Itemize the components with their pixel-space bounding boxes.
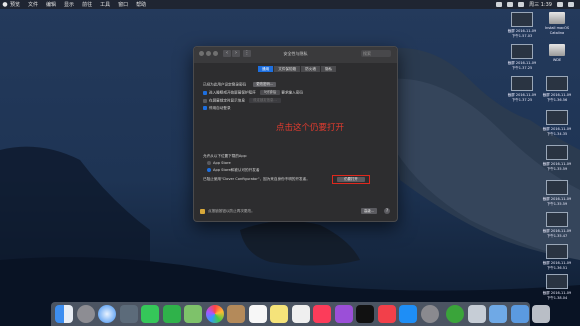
annotation-text: 点击这个仍要打开 xyxy=(276,123,345,133)
screenshot-thumbnail-icon xyxy=(511,76,533,91)
lock-icon[interactable] xyxy=(200,209,205,214)
disable-auto-login-checkbox[interactable] xyxy=(203,106,207,110)
disable-auto-login-row: 停用自动登录 xyxy=(203,106,231,111)
menu-item-file[interactable]: 文件 xyxy=(28,1,38,8)
identified-developers-label: App Store和被认可的开发者 xyxy=(213,168,260,172)
lock-label: 点按锁按钮以防止再次更改。 xyxy=(208,209,255,213)
disable-auto-login-label: 停用自动登录 xyxy=(209,106,231,110)
finder-icon[interactable] xyxy=(55,305,73,323)
wifi-icon[interactable] xyxy=(496,2,503,7)
tab-bar: 通用 文件保险箱 防火墙 隐私 xyxy=(258,66,338,72)
open-anyway-button[interactable]: 仍要打开 xyxy=(337,177,365,182)
battery-icon[interactable] xyxy=(507,2,514,7)
security-privacy-window: ‹ › ⋮ 安全性与隐私 搜索 xyxy=(193,46,398,222)
menu-item-view[interactable]: 显示 xyxy=(64,1,74,8)
folder-icon[interactable] xyxy=(489,305,507,323)
drive-icon xyxy=(549,44,565,56)
tab-privacy[interactable]: 隐私 xyxy=(320,66,338,72)
news-icon[interactable] xyxy=(377,305,396,323)
menu-item-app[interactable]: 预览 xyxy=(10,1,20,8)
tab-general[interactable]: 通用 xyxy=(258,66,275,72)
screenshot-thumbnail-icon xyxy=(511,12,533,27)
blocked-app-message: 已阻止使用"Clover Configurator"，因为来自身份不明的开发者。 xyxy=(203,177,310,181)
screenshot-thumbnail-icon xyxy=(546,180,568,195)
menubar-clock[interactable]: 周三 1:39 xyxy=(529,1,552,8)
contacts-icon[interactable] xyxy=(227,305,245,323)
drive-icon xyxy=(549,12,565,24)
lock-row: 点按锁按钮以防止再次更改。 xyxy=(200,209,255,214)
allow-app-store-row: App Store xyxy=(207,161,231,166)
desktop-icon-drive[interactable]: WDE xyxy=(535,44,579,63)
desktop-icon-screenshot[interactable]: 截屏 2016-11-09 下午1.35.59 xyxy=(535,145,579,171)
allow-apps-heading: 允许从以下位置下载的App: xyxy=(203,154,248,158)
desktop-icon-screenshot[interactable]: 截屏 2016-11-09 下午1.38.04 xyxy=(535,274,579,300)
messages-icon[interactable] xyxy=(141,305,159,323)
reminders-icon[interactable] xyxy=(291,305,310,323)
trash-icon[interactable] xyxy=(532,305,550,323)
system-preferences-icon[interactable] xyxy=(420,305,439,323)
screenshot-thumbnail-icon xyxy=(546,274,568,289)
require-password-row: 进入睡眠或开始屏幕保护程序 5分钟后 要求输入密码 xyxy=(203,90,303,96)
identified-developers-radio[interactable] xyxy=(207,168,211,172)
facetime-icon[interactable] xyxy=(162,305,181,323)
desktop-icon-screenshot[interactable]: 截屏 2016-11-09 下午1.34.35 xyxy=(535,110,579,136)
menu-item-help[interactable]: 帮助 xyxy=(136,1,146,8)
change-password-button[interactable]: 更改密码... xyxy=(253,82,277,87)
screenshot-thumbnail-icon xyxy=(546,244,568,259)
require-password-suffix: 要求输入密码 xyxy=(281,90,303,95)
require-password-delay-select[interactable]: 5分钟后 xyxy=(259,90,281,95)
app-store-label: App Store xyxy=(213,161,231,165)
photos-icon[interactable] xyxy=(205,305,224,323)
notes-icon[interactable] xyxy=(270,305,288,323)
help-button[interactable]: ? xyxy=(384,208,390,214)
window-titlebar[interactable]: ‹ › ⋮ 安全性与隐私 搜索 xyxy=(194,47,397,63)
require-password-label: 进入睡眠或开始屏幕保护程序 xyxy=(209,90,256,95)
menu-item-tools[interactable]: 工具 xyxy=(100,1,110,8)
podcasts-icon[interactable] xyxy=(334,305,353,323)
advanced-button[interactable]: 高级... xyxy=(361,208,378,214)
input-method-icon[interactable] xyxy=(518,2,525,7)
photos-browser-icon[interactable] xyxy=(119,305,138,323)
show-message-checkbox[interactable] xyxy=(203,98,207,103)
show-message-row: 在屏幕锁定时显示信息 设定锁定信息... xyxy=(203,98,281,104)
menu-item-edit[interactable]: 编辑 xyxy=(46,1,56,8)
app-store-radio[interactable] xyxy=(207,161,211,165)
show-message-label: 在屏幕锁定时显示信息 xyxy=(209,98,245,103)
menu-item-window[interactable]: 窗口 xyxy=(118,1,128,8)
desktop-icon-installer-drive[interactable]: Install macOS Catalina xyxy=(535,12,579,35)
spotlight-icon[interactable] xyxy=(557,2,563,7)
clover-icon[interactable] xyxy=(446,305,464,323)
set-lock-message-button[interactable]: 设定锁定信息... xyxy=(249,98,281,103)
screenshot-thumbnail-icon xyxy=(546,212,568,227)
dock xyxy=(51,302,550,326)
screenshot-thumbnail-icon xyxy=(546,145,568,160)
desktop-icon-screenshot[interactable]: 截屏 2016-11-09 下午1.36.51 xyxy=(535,244,579,270)
screenshot-thumbnail-icon xyxy=(546,76,568,91)
search-input[interactable]: 搜索 xyxy=(361,50,391,57)
menu-bar: ● 预览 文件 编辑 显示 前往 工具 窗口 帮助 周三 1:39 xyxy=(0,0,580,9)
maps-icon[interactable] xyxy=(184,305,202,323)
screenshot-thumbnail-icon xyxy=(511,44,533,59)
launchpad-icon[interactable] xyxy=(76,305,95,323)
tab-firewall[interactable]: 防火墙 xyxy=(301,66,321,72)
desktop-icon-screenshot[interactable]: 截屏 2016-11-09 下午1.35.59 xyxy=(535,180,579,206)
password-set-row: 已经为此用户设定登录密码 更改密码... xyxy=(203,82,277,88)
allow-identified-row: App Store和被认可的开发者 xyxy=(207,168,259,173)
tab-filevault[interactable]: 文件保险箱 xyxy=(274,66,302,72)
menu-item-go[interactable]: 前往 xyxy=(82,1,92,8)
apple-menu-icon[interactable]: ● xyxy=(0,1,10,8)
music-icon[interactable] xyxy=(313,305,331,323)
app-store-icon[interactable] xyxy=(399,305,417,323)
apple-tv-icon[interactable] xyxy=(356,305,374,323)
password-set-label: 已经为此用户设定登录密码 xyxy=(203,82,247,87)
desktop-icon-screenshot[interactable]: 截屏 2016-11-09 下午1.35.47 xyxy=(535,212,579,238)
screenshot-thumbnail-icon xyxy=(546,110,568,125)
control-center-icon[interactable] xyxy=(568,2,574,7)
calendar-icon[interactable] xyxy=(248,305,267,323)
downloads-icon[interactable] xyxy=(510,305,529,323)
require-password-checkbox[interactable] xyxy=(203,90,207,95)
preview-icon[interactable] xyxy=(467,305,486,323)
safari-icon[interactable] xyxy=(98,305,116,323)
desktop-icon-screenshot[interactable]: 截屏 2016-11-09 下午1.36.56 xyxy=(535,76,579,102)
